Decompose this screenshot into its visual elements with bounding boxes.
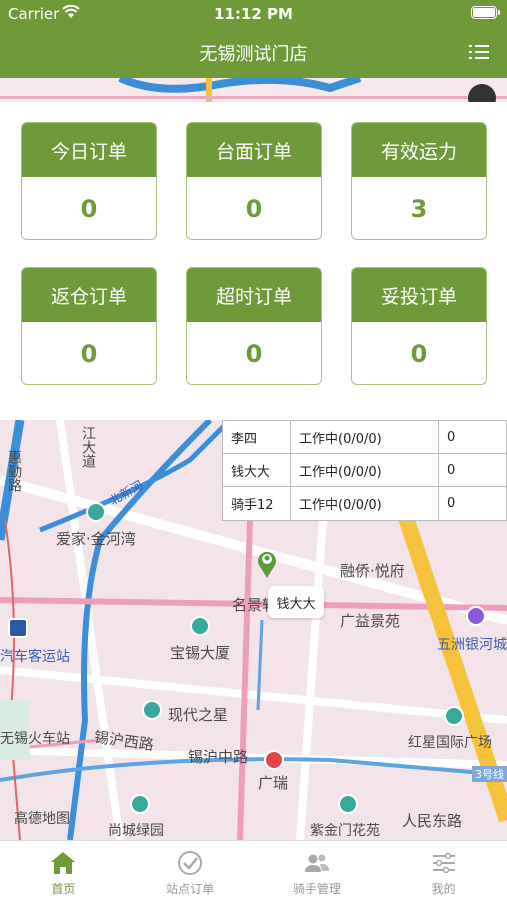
status-bar: Carrier 11:12 PM bbox=[0, 0, 507, 28]
rider-location-pin-icon[interactable] bbox=[256, 549, 278, 579]
tab-rider-management[interactable]: 骑手管理 bbox=[254, 841, 381, 900]
map-label: 现代之星 bbox=[168, 706, 229, 724]
tab-label: 骑手管理 bbox=[292, 882, 341, 896]
rider-status: 工作中(0/0/0) bbox=[291, 421, 439, 453]
page-title: 无锡测试门店 bbox=[199, 44, 308, 65]
stat-card-overtime-orders[interactable]: 超时订单 0 bbox=[186, 267, 322, 385]
tab-label: 站点订单 bbox=[166, 882, 215, 896]
building-icon bbox=[86, 502, 106, 522]
tab-label: 首页 bbox=[51, 882, 76, 896]
map-provider-logo: 高德地图 bbox=[14, 811, 70, 827]
rider-status: 工作中(0/0/0) bbox=[291, 454, 439, 486]
clock: 11:12 PM bbox=[214, 5, 293, 23]
map-label: 紫金门花苑 bbox=[310, 823, 380, 839]
stat-label: 妥投订单 bbox=[352, 268, 486, 322]
map-label: 锡沪中路 bbox=[188, 748, 249, 766]
home-icon bbox=[51, 852, 76, 874]
settings-sliders-icon bbox=[432, 852, 455, 874]
tab-site-orders[interactable]: 站点订单 bbox=[127, 841, 254, 900]
map-label: 五洲银河城 bbox=[437, 637, 507, 653]
rider-status-table: 李四 工作中(0/0/0) 0 钱大大 工作中(0/0/0) 0 骑手12 工作… bbox=[222, 420, 507, 521]
map-label: 广益景苑 bbox=[340, 612, 401, 630]
map-label: 红星国际广场 bbox=[408, 735, 492, 751]
table-row[interactable]: 骑手12 工作中(0/0/0) 0 bbox=[223, 487, 506, 520]
stat-value: 0 bbox=[80, 195, 98, 223]
building-icon bbox=[130, 794, 150, 814]
building-icon bbox=[142, 700, 162, 720]
map-label: 无锡火车站 bbox=[0, 731, 70, 747]
shopping-icon bbox=[466, 606, 486, 626]
tab-label: 我的 bbox=[431, 882, 456, 896]
map-label: 江大道 bbox=[80, 426, 96, 468]
map-label: 尚城绿园 bbox=[108, 823, 164, 839]
rider-status: 工作中(0/0/0) bbox=[291, 487, 439, 520]
rider-marker-label[interactable]: 钱大大 bbox=[268, 586, 324, 618]
rider-order-count: 0 bbox=[447, 462, 456, 478]
stat-value: 3 bbox=[410, 195, 428, 223]
check-circle-icon bbox=[178, 851, 203, 875]
stat-card-counter-orders[interactable]: 台面订单 0 bbox=[186, 122, 322, 240]
rider-order-count: 0 bbox=[447, 429, 456, 445]
map-label: 惠勤路 bbox=[6, 450, 22, 492]
tab-mine[interactable]: 我的 bbox=[380, 841, 507, 900]
stat-value: 0 bbox=[245, 340, 263, 368]
stat-card-today-orders[interactable]: 今日订单 0 bbox=[21, 122, 157, 240]
stat-label: 超时订单 bbox=[187, 268, 321, 322]
rider-name: 钱大大 bbox=[223, 454, 291, 486]
map-label: 广瑞 bbox=[258, 774, 289, 792]
bottom-tab-bar: 首页 站点订单 骑手管理 我的 bbox=[0, 840, 507, 900]
map-strip-graphic bbox=[0, 78, 507, 102]
building-icon bbox=[444, 706, 464, 726]
app-header: Carrier 11:12 PM 无锡测试门店 bbox=[0, 0, 507, 78]
metro-icon bbox=[264, 750, 284, 770]
map-strip bbox=[0, 78, 507, 102]
tab-home[interactable]: 首页 bbox=[0, 841, 127, 900]
building-icon bbox=[190, 616, 210, 636]
bus-station-icon bbox=[8, 618, 28, 638]
map-label: 融侨·悦府 bbox=[340, 562, 405, 580]
list-menu-icon[interactable] bbox=[469, 44, 489, 60]
rider-order-count: 0 bbox=[447, 496, 456, 511]
map-label: 宝锡大厦 bbox=[170, 644, 231, 662]
stat-label: 有效运力 bbox=[352, 123, 486, 177]
stat-card-active-capacity[interactable]: 有效运力 3 bbox=[351, 122, 487, 240]
map-label: 人民东路 bbox=[402, 812, 463, 830]
stat-card-delivered-orders[interactable]: 妥投订单 0 bbox=[351, 267, 487, 385]
building-icon bbox=[338, 794, 358, 814]
map-label: 爱家·金河湾 bbox=[56, 530, 136, 548]
battery-icon bbox=[471, 6, 500, 19]
stat-value: 0 bbox=[245, 195, 263, 223]
table-row[interactable]: 李四 工作中(0/0/0) 0 bbox=[223, 421, 506, 454]
stat-label: 台面订单 bbox=[187, 123, 321, 177]
metro-line-badge: 3号线 bbox=[472, 766, 507, 782]
stat-value: 0 bbox=[410, 340, 428, 368]
users-icon bbox=[304, 854, 329, 872]
rider-name: 骑手12 bbox=[223, 487, 291, 520]
stat-label: 今日订单 bbox=[22, 123, 156, 177]
table-row[interactable]: 钱大大 工作中(0/0/0) 0 bbox=[223, 454, 506, 487]
map-label: 汽车客运站 bbox=[0, 649, 70, 665]
stat-label: 返仓订单 bbox=[22, 268, 156, 322]
rider-name: 李四 bbox=[223, 421, 291, 453]
stat-card-returned-orders[interactable]: 返仓订单 0 bbox=[21, 267, 157, 385]
stats-panel: 今日订单 0 台面订单 0 有效运力 3 返仓订单 0 超时订单 0 妥投订单 … bbox=[0, 102, 507, 420]
stat-value: 0 bbox=[80, 340, 98, 368]
